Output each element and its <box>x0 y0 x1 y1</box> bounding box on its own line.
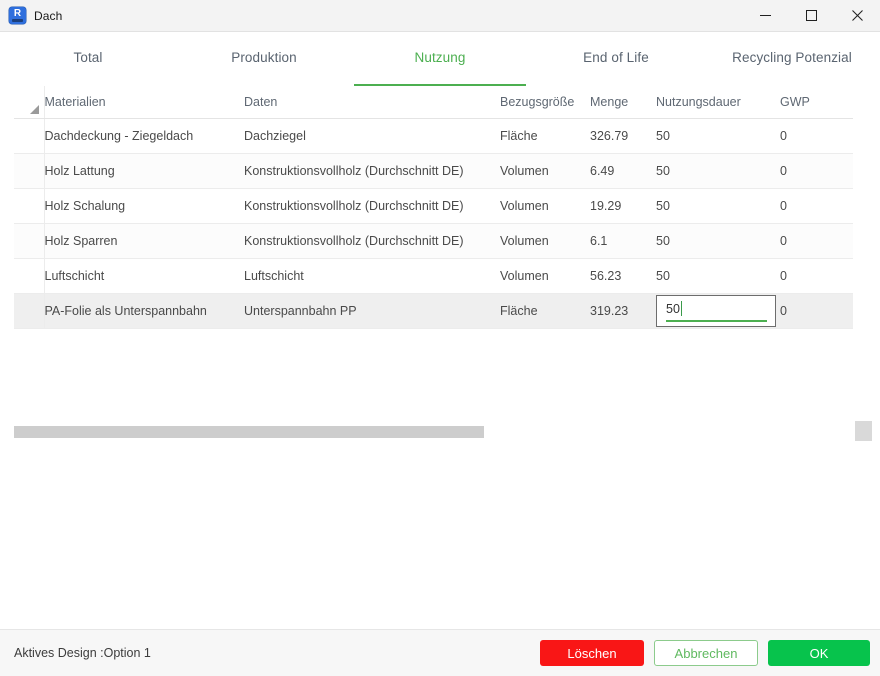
cancel-button[interactable]: Abbrechen <box>654 640 758 666</box>
column-header-daten[interactable]: Daten <box>244 86 500 119</box>
horizontal-scrollbar[interactable] <box>14 426 853 438</box>
cell-materialien[interactable]: Holz Schalung <box>44 188 244 224</box>
cell-menge[interactable]: 319.23 <box>590 293 656 329</box>
tab-bar: Total Produktion Nutzung End of Life Rec… <box>0 32 880 86</box>
cell-nutzungsdauer[interactable]: 50 <box>656 118 780 154</box>
cell-nutzungsdauer[interactable]: 50 <box>656 258 780 294</box>
cell-daten[interactable]: Luftschicht <box>244 258 500 294</box>
maximize-icon[interactable] <box>788 0 834 31</box>
materials-table: Materialien Daten Bezugsgröße Menge Nutz… <box>14 86 853 329</box>
row-gutter[interactable] <box>14 293 45 329</box>
revit-app-icon: R <box>9 7 26 24</box>
active-design-status: Aktives Design :Option 1 <box>14 646 151 660</box>
tab-recycling-potenzial[interactable]: Recycling Potenzial <box>704 32 880 86</box>
row-gutter[interactable] <box>14 188 45 224</box>
cell-daten[interactable]: Konstruktionsvollholz (Durchschnitt DE) <box>244 153 500 189</box>
tab-produktion[interactable]: Produktion <box>176 32 352 86</box>
cell-menge[interactable]: 326.79 <box>590 118 656 154</box>
column-header-bezugsgroesse[interactable]: Bezugsgröße <box>500 86 590 119</box>
table-row[interactable]: Holz Schalung Konstruktionsvollholz (Dur… <box>14 188 853 224</box>
column-header-menge[interactable]: Menge <box>590 86 656 119</box>
table-header: Materialien Daten Bezugsgröße Menge Nutz… <box>14 86 853 119</box>
tab-nutzung-label: Nutzung <box>414 49 466 65</box>
text-caret <box>681 301 682 316</box>
cell-gwp[interactable]: 0 <box>780 153 853 189</box>
vertical-scrollbar-thumb[interactable] <box>855 421 872 441</box>
row-gutter[interactable] <box>14 153 45 189</box>
nutzungsdauer-input[interactable]: 50 <box>656 295 776 327</box>
cell-daten[interactable]: Dachziegel <box>244 118 500 154</box>
table-region: Materialien Daten Bezugsgröße Menge Nutz… <box>0 86 880 441</box>
title-bar: R Dach <box>0 0 880 32</box>
cell-bezugsgroesse[interactable]: Volumen <box>500 223 590 259</box>
cell-bezugsgroesse[interactable]: Volumen <box>500 258 590 294</box>
tab-recycling-potenzial-label: Recycling Potenzial <box>732 49 852 65</box>
column-header-gwp[interactable]: GWP <box>780 86 853 119</box>
tab-total[interactable]: Total <box>0 32 176 86</box>
table-row[interactable]: Holz Lattung Konstruktionsvollholz (Durc… <box>14 153 853 189</box>
cell-menge[interactable]: 56.23 <box>590 258 656 294</box>
cell-gwp[interactable]: 0 <box>780 258 853 294</box>
minimize-icon[interactable] <box>742 0 788 31</box>
cell-materialien[interactable]: Dachdeckung - Ziegeldach <box>44 118 244 154</box>
footer-buttons: Löschen Abbrechen OK <box>540 640 880 666</box>
table-row[interactable]: Dachdeckung - Ziegeldach Dachziegel Fläc… <box>14 118 853 154</box>
table-row[interactable]: Holz Sparren Konstruktionsvollholz (Durc… <box>14 223 853 259</box>
row-gutter[interactable] <box>14 258 45 294</box>
cell-menge[interactable]: 6.49 <box>590 153 656 189</box>
table-header-row: Materialien Daten Bezugsgröße Menge Nutz… <box>14 86 853 119</box>
window-controls <box>742 0 880 31</box>
cell-daten[interactable]: Konstruktionsvollholz (Durchschnitt DE) <box>244 223 500 259</box>
cell-nutzungsdauer-editing[interactable]: 50 <box>656 293 780 329</box>
cell-materialien[interactable]: Luftschicht <box>44 258 244 294</box>
corner-triangle-icon <box>29 105 39 114</box>
footer-bar: Aktives Design :Option 1 Löschen Abbrech… <box>0 629 880 676</box>
horizontal-scrollbar-thumb[interactable] <box>14 426 484 438</box>
cell-gwp[interactable]: 0 <box>780 293 853 329</box>
tab-total-label: Total <box>73 49 103 65</box>
cell-daten[interactable]: Unterspannbahn PP <box>244 293 500 329</box>
window-title: Dach <box>34 8 63 23</box>
tab-end-of-life-label: End of Life <box>583 49 649 65</box>
nutzungsdauer-input-value: 50 <box>666 302 680 316</box>
materials-table-wrapper: Materialien Daten Bezugsgröße Menge Nutz… <box>14 86 853 329</box>
app-icon-base <box>12 19 23 22</box>
title-bar-left: R Dach <box>0 7 62 24</box>
cell-nutzungsdauer[interactable]: 50 <box>656 223 780 259</box>
tab-end-of-life[interactable]: End of Life <box>528 32 704 86</box>
table-row[interactable]: Luftschicht Luftschicht Volumen 56.23 50… <box>14 258 853 294</box>
cell-bezugsgroesse[interactable]: Volumen <box>500 188 590 224</box>
cell-nutzungsdauer[interactable]: 50 <box>656 188 780 224</box>
table-row[interactable]: PA-Folie als Unterspannbahn Unterspannba… <box>14 293 853 329</box>
cell-menge[interactable]: 19.29 <box>590 188 656 224</box>
column-header-nutzungsdauer[interactable]: Nutzungsdauer <box>656 86 780 119</box>
cell-bezugsgroesse[interactable]: Fläche <box>500 118 590 154</box>
input-focus-underline <box>666 320 767 322</box>
row-gutter[interactable] <box>14 223 45 259</box>
cell-nutzungsdauer[interactable]: 50 <box>656 153 780 189</box>
cell-materialien[interactable]: PA-Folie als Unterspannbahn <box>44 293 244 329</box>
column-header-materialien[interactable]: Materialien <box>44 86 244 119</box>
tab-produktion-label: Produktion <box>231 49 297 65</box>
cell-materialien[interactable]: Holz Lattung <box>44 153 244 189</box>
cell-gwp[interactable]: 0 <box>780 118 853 154</box>
cell-bezugsgroesse[interactable]: Volumen <box>500 153 590 189</box>
cell-bezugsgroesse[interactable]: Fläche <box>500 293 590 329</box>
delete-button[interactable]: Löschen <box>540 640 644 666</box>
app-icon-letter: R <box>13 8 22 19</box>
cell-gwp[interactable]: 0 <box>780 223 853 259</box>
table-body: Dachdeckung - Ziegeldach Dachziegel Fläc… <box>14 118 853 329</box>
ok-button[interactable]: OK <box>768 640 870 666</box>
cell-gwp[interactable]: 0 <box>780 188 853 224</box>
cell-materialien[interactable]: Holz Sparren <box>44 223 244 259</box>
row-gutter[interactable] <box>14 118 45 154</box>
select-all-corner[interactable] <box>14 86 45 119</box>
cell-daten[interactable]: Konstruktionsvollholz (Durchschnitt DE) <box>244 188 500 224</box>
close-icon[interactable] <box>834 0 880 31</box>
tab-nutzung[interactable]: Nutzung <box>352 32 528 86</box>
cell-menge[interactable]: 6.1 <box>590 223 656 259</box>
